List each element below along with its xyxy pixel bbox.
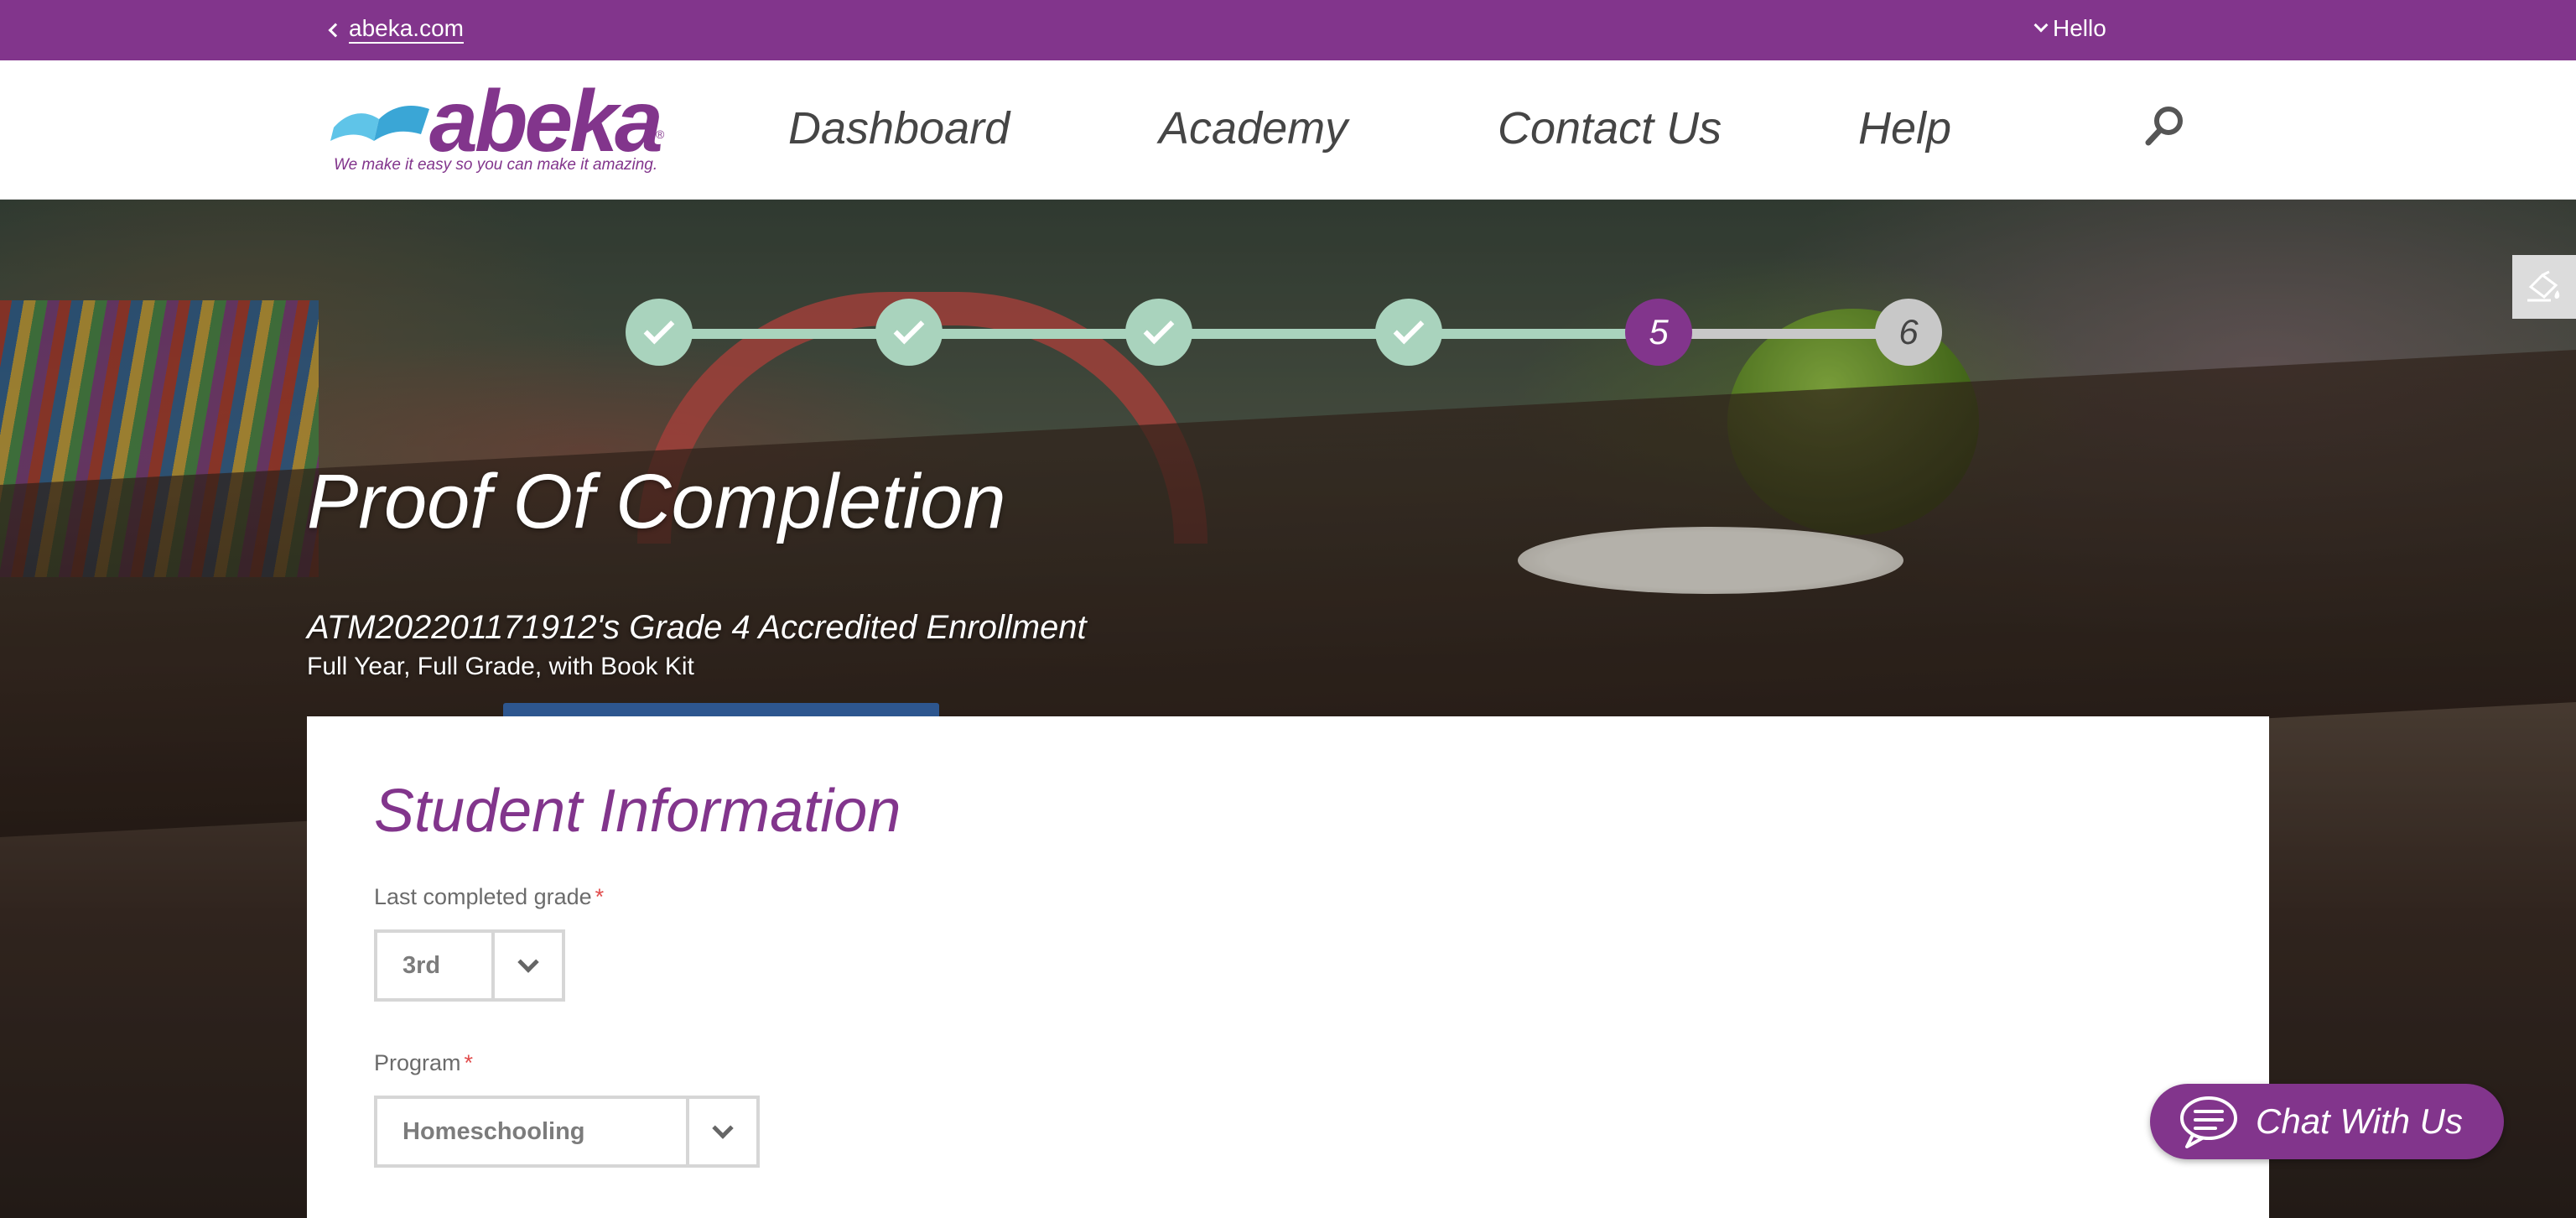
step-5-current: 5 <box>1625 299 1692 366</box>
last-grade-label-text: Last completed grade <box>374 884 592 909</box>
program-label-text: Program <box>374 1050 461 1075</box>
chat-button-label: Chat With Us <box>2256 1101 2464 1141</box>
checkmark-icon <box>1393 313 1425 345</box>
search-icon[interactable] <box>2143 104 2187 148</box>
nav-dashboard[interactable]: Dashboard <box>788 102 1010 154</box>
page-title: Proof Of Completion <box>307 459 1006 544</box>
utility-bar: abeka.com Hello <box>0 0 2576 60</box>
open-book-icon <box>330 106 429 141</box>
registered-mark: ® <box>656 128 665 141</box>
chevron-down-icon <box>517 951 539 973</box>
student-information-card: Student Information Last completed grade… <box>307 716 2269 1218</box>
program-select[interactable]: Homeschooling <box>374 1096 760 1168</box>
step-2-complete <box>875 299 943 366</box>
last-grade-select[interactable]: 3rd <box>374 929 565 1002</box>
required-marker: * <box>464 1050 474 1075</box>
program-value: Homeschooling <box>402 1117 585 1145</box>
nav-academy[interactable]: Academy <box>1159 102 1348 154</box>
progress-line-upcoming <box>1674 329 1909 339</box>
enrollment-title: ATM202201171912's Grade 4 Accredited Enr… <box>307 609 1087 646</box>
chat-with-us-button[interactable]: Chat With Us <box>2150 1084 2504 1159</box>
account-menu-toggle[interactable]: Hello <box>2033 15 2106 42</box>
program-dropdown-toggle[interactable] <box>686 1099 756 1164</box>
program-label: Program * <box>374 1050 473 1076</box>
last-grade-label: Last completed grade * <box>374 884 604 910</box>
required-marker: * <box>595 884 605 909</box>
chat-bubble-icon <box>2180 1096 2237 1148</box>
greeting-label: Hello <box>2053 15 2106 41</box>
step-3-complete <box>1125 299 1192 366</box>
back-link-label: abeka.com <box>349 15 464 44</box>
nav-contact-us[interactable]: Contact Us <box>1498 102 1722 154</box>
abeka-logo[interactable]: abeka ® We make it easy so you can make … <box>330 73 683 181</box>
brand-tagline: We make it easy so you can make it amazi… <box>334 156 658 174</box>
checkmark-icon <box>893 313 925 345</box>
checkmark-icon <box>1143 313 1175 345</box>
theme-tab[interactable] <box>2512 255 2576 319</box>
last-grade-value: 3rd <box>402 951 441 979</box>
last-grade-dropdown-toggle[interactable] <box>491 933 562 998</box>
back-to-site-link[interactable]: abeka.com <box>328 15 464 44</box>
chevron-left-icon <box>328 23 343 38</box>
paint-bucket-icon <box>2527 270 2560 302</box>
section-title: Student Information <box>374 778 901 845</box>
nav-help[interactable]: Help <box>1858 102 1951 154</box>
enrollment-detail: Full Year, Full Grade, with Book Kit <box>307 653 694 680</box>
step-6-upcoming: 6 <box>1875 299 1942 366</box>
site-header: abeka ® We make it easy so you can make … <box>0 60 2576 200</box>
checkmark-icon <box>643 313 675 345</box>
chevron-down-icon <box>712 1117 734 1139</box>
step-1-complete <box>626 299 693 366</box>
step-4-complete <box>1375 299 1442 366</box>
chevron-down-icon <box>2033 18 2049 33</box>
enrollment-progress: 5 6 <box>626 299 1942 369</box>
